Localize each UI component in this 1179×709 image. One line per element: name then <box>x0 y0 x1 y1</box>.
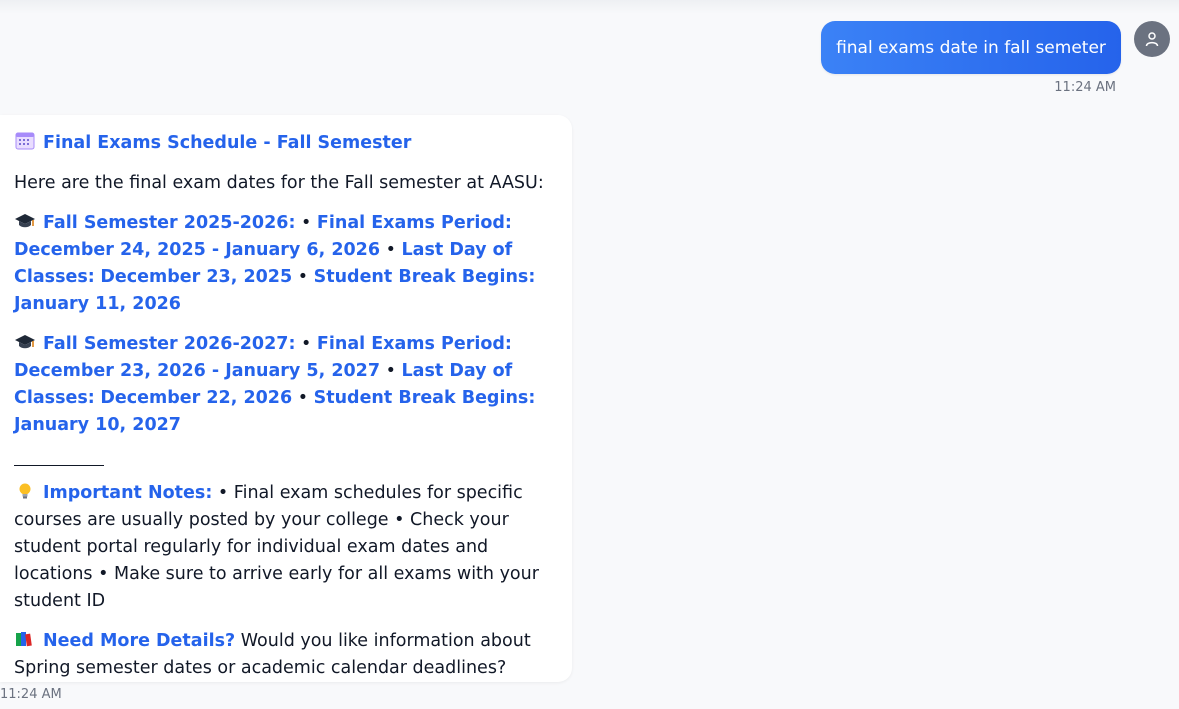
last-day-value: December 22, 2026 <box>100 388 293 408</box>
message-title: Final Exams Schedule - Fall Semester <box>14 130 558 157</box>
assistant-message-bubble: Final Exams Schedule - Fall Semester Her… <box>0 115 572 682</box>
more-details-block: Need More Details? Would you like inform… <box>14 628 558 682</box>
exams-period-value: December 23, 2026 - January 5, 2027 <box>14 361 381 381</box>
graduation-cap-icon <box>15 335 35 349</box>
important-notes-block: Important Notes: • Final exam schedules … <box>14 483 539 611</box>
title-text: Final Exams Schedule - Fall Semester <box>43 133 412 153</box>
exams-period-label: Final Exams Period: <box>316 334 512 354</box>
intro-text: Here are the final exam dates for the Fa… <box>14 173 544 193</box>
note-item: Make sure to arrive early for all exams … <box>14 564 539 611</box>
break-value: January 11, 2026 <box>14 294 181 314</box>
semester-label: Fall Semester 2025-2026: <box>43 213 296 233</box>
break-label: Student Break Begins: <box>313 388 536 408</box>
assistant-message-time: 11:24 AM <box>0 687 62 702</box>
exams-period-label: Final Exams Period: <box>316 213 512 233</box>
top-shadow <box>0 0 1179 14</box>
user-message-text: final exams date in fall semeter <box>836 37 1106 58</box>
books-icon <box>16 632 32 647</box>
user-avatar[interactable] <box>1134 21 1170 57</box>
graduation-cap-icon <box>15 214 35 228</box>
user-message-time: 11:24 AM <box>1054 80 1116 95</box>
exams-period-value: December 24, 2025 - January 6, 2026 <box>14 240 381 260</box>
semester-2026-block: Fall Semester 2026-2027: • Final Exams P… <box>14 334 536 435</box>
user-icon <box>1145 32 1159 47</box>
semester-label: Fall Semester 2026-2027: <box>43 334 296 354</box>
more-details-label: Need More Details? <box>43 631 236 651</box>
break-label: Student Break Begins: <box>313 267 536 287</box>
calendar-icon <box>15 132 35 150</box>
user-message-bubble: final exams date in fall semeter <box>821 21 1121 74</box>
last-day-value: December 23, 2025 <box>100 267 293 287</box>
semester-2025-block: Fall Semester 2025-2026: • Final Exams P… <box>14 213 536 314</box>
notes-label: Important Notes: <box>43 483 213 503</box>
lightbulb-icon <box>19 483 31 499</box>
break-value: January 10, 2027 <box>14 415 181 435</box>
separator-rule <box>14 452 104 466</box>
